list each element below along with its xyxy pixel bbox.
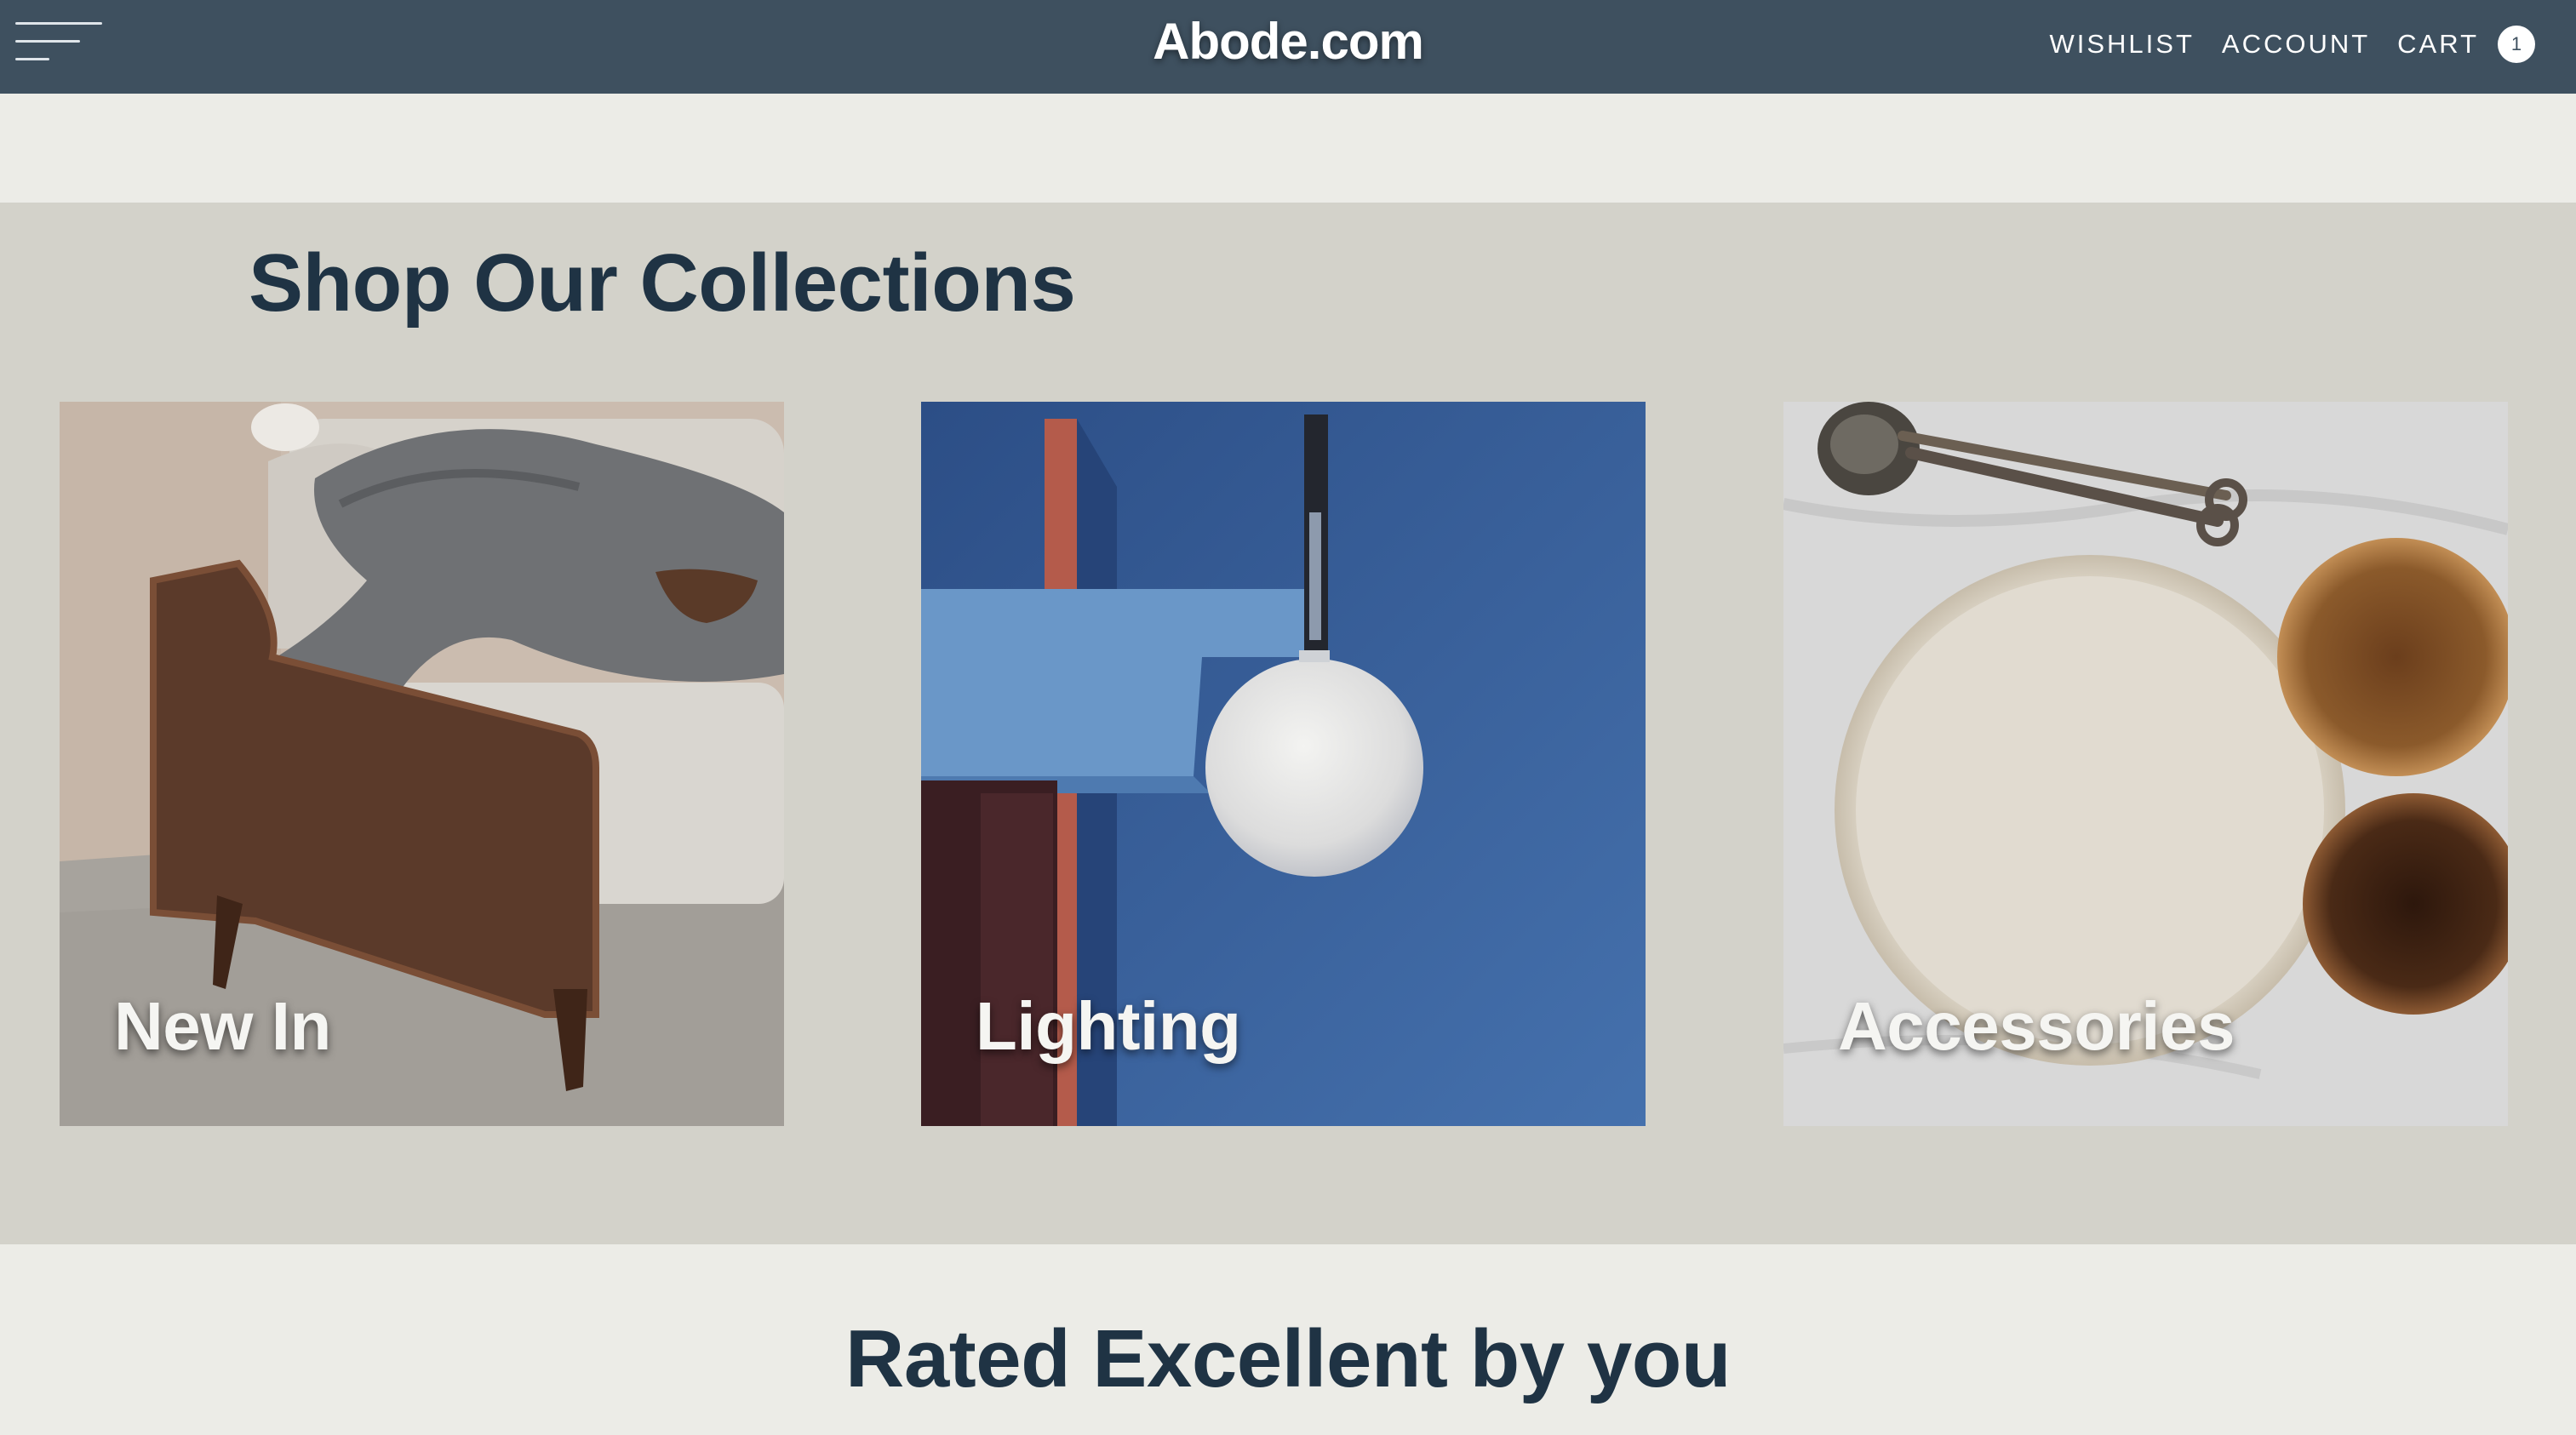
site-header: Abode.com WISHLIST ACCOUNT CART 1 bbox=[0, 0, 2576, 94]
top-spacer-band bbox=[0, 94, 2576, 203]
collection-label: New In bbox=[114, 988, 331, 1064]
collection-label: Lighting bbox=[976, 988, 1241, 1064]
ratings-title: Rated Excellent by you bbox=[845, 1313, 1731, 1404]
cart-link[interactable]: CART 1 bbox=[2397, 26, 2535, 63]
top-nav: WISHLIST ACCOUNT CART 1 bbox=[2049, 24, 2535, 65]
brand-logo[interactable]: Abode.com bbox=[1153, 13, 1424, 70]
ratings-section: Rated Excellent by you bbox=[0, 1244, 2576, 1435]
cart-count-badge: 1 bbox=[2498, 26, 2535, 63]
collection-card-accessories[interactable]: Accessories bbox=[1783, 402, 2508, 1126]
cart-label: CART bbox=[2397, 29, 2479, 59]
wishlist-link[interactable]: WISHLIST bbox=[2049, 29, 2194, 60]
collection-label: Accessories bbox=[1838, 988, 2235, 1064]
collection-card-new-in[interactable]: New In bbox=[60, 402, 784, 1126]
collections-section: Shop Our Collections New In Lighting Acc… bbox=[0, 203, 2576, 1244]
collections-title: Shop Our Collections bbox=[249, 237, 1076, 329]
collection-card-lighting[interactable]: Lighting bbox=[921, 402, 1646, 1126]
account-link[interactable]: ACCOUNT bbox=[2222, 29, 2370, 60]
